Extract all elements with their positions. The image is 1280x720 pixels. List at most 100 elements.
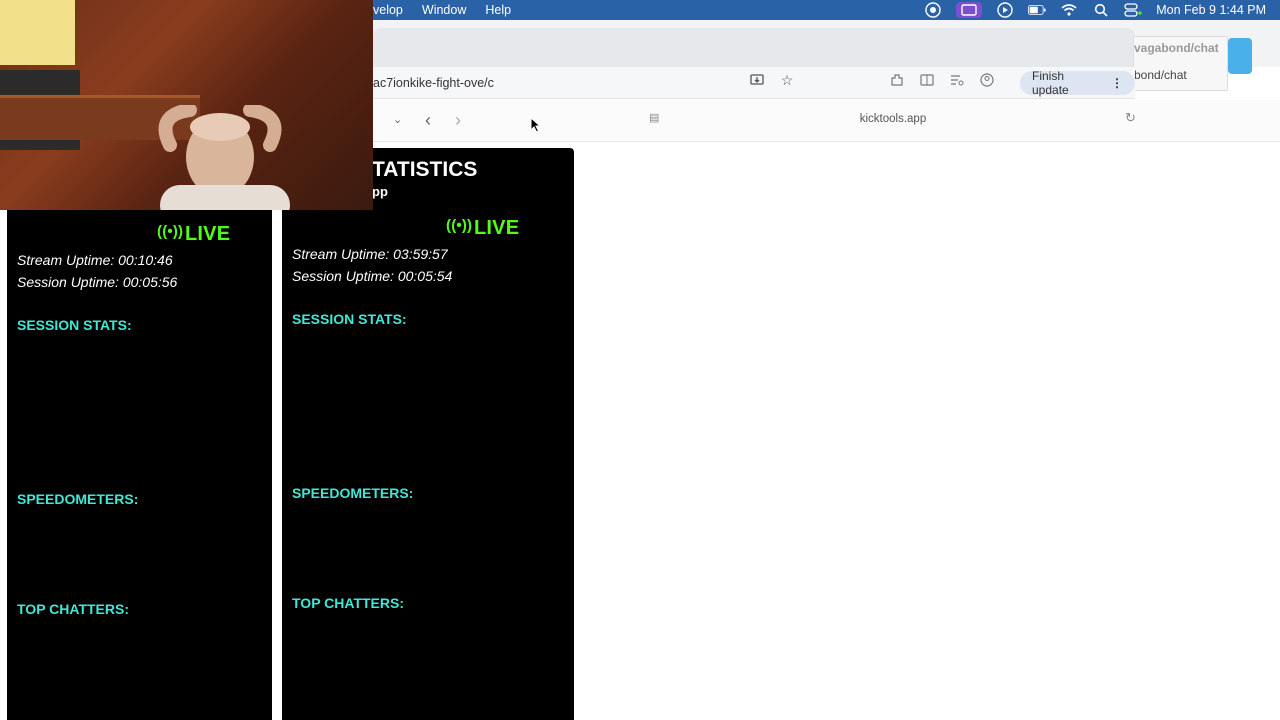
speed-row-label: Messages per Minute:	[17, 515, 169, 531]
battery-icon[interactable]	[1028, 2, 1046, 18]
address-field[interactable]: kicktools.app	[643, 108, 1143, 130]
address-bar-url[interactable]: ac7ionkike-fight-ove/c	[373, 76, 494, 90]
menu-help[interactable]: Help	[485, 3, 511, 17]
forward-arrow-icon[interactable]: ›	[455, 110, 461, 131]
chatter-row-value: 79	[245, 667, 262, 684]
speed-row-value: 2,275	[225, 557, 262, 574]
stat-row-label: Average Viewers:	[292, 377, 413, 394]
stat-row-value: 668	[539, 377, 564, 394]
status-area: Mon Feb 9 1:44 PM	[924, 2, 1266, 18]
stat-row-label: Live Viewers:	[17, 341, 110, 357]
chatter-row-label: #5 zanhyryx	[17, 710, 101, 720]
speed-row-value: 283	[237, 515, 262, 531]
chatter-row-label: #5 SUSGOTFIREDFORTOUCHING	[292, 704, 525, 720]
stat-row-label: Total Message Count:	[292, 399, 442, 416]
chatter-row-value: 152	[237, 625, 262, 641]
chatter-row-label: #4 Uncle_Drywall	[17, 689, 137, 706]
stat-row: Unique Chatters: 225	[17, 427, 262, 443]
streamer-name: WVAGABOND	[292, 217, 428, 239]
stat-row: Chatters < 3 Msgs: 45	[292, 442, 564, 458]
reader-icon[interactable]: ▤	[649, 111, 659, 124]
extensions-icon[interactable]	[889, 72, 905, 88]
more-vert-icon[interactable]: ⋮	[1111, 76, 1123, 90]
finish-update-button[interactable]: Finish update ⋮	[1020, 69, 1135, 97]
stat-row-value: 798	[539, 399, 564, 416]
reload-icon[interactable]: ↻	[1125, 110, 1136, 126]
media-controls-icon[interactable]	[949, 72, 965, 88]
speed-row-value: 417	[539, 551, 564, 568]
stat-row-value: 110	[238, 448, 262, 464]
stat-row-label: Unique Chatters:	[17, 426, 134, 443]
stat-row-label: Peak Viewers:	[17, 362, 115, 379]
speed-row-label: Words per Minute (WPM):	[292, 551, 469, 568]
chatter-row-label: #3 oxyrx	[17, 667, 76, 684]
chatter-row-label: #1 Janemoe	[17, 625, 101, 641]
stat-row-label: Live Viewers:	[292, 335, 385, 351]
webcam-person	[158, 105, 290, 210]
screen-share-icon[interactable]	[956, 2, 983, 18]
stat-row-label: Unique Chatters:	[292, 420, 409, 437]
back-arrow-icon[interactable]: ‹	[425, 110, 431, 131]
chatter-row: #3 oxyrx 79	[17, 668, 262, 684]
chevron-down-icon[interactable]: ⌄	[393, 113, 402, 126]
stat-row-value: 663	[539, 335, 564, 351]
chatter-row-value: 56	[547, 640, 564, 657]
speed-row-value: 16,984	[217, 536, 262, 553]
speed-row-label: Messages per Hour:	[17, 536, 156, 553]
menu-develop[interactable]: velop	[373, 3, 403, 17]
browser-toolbar: ac7ionkike-fight-ove/c ☆ Finish update ⋮	[373, 67, 1135, 99]
popup-line-1: vagabond/chat	[1134, 41, 1219, 55]
popup-line-2[interactable]: bond/chat	[1134, 68, 1187, 82]
webcam-overlay	[0, 0, 373, 210]
stat-row-value: 225	[237, 426, 262, 443]
split-view-icon[interactable]	[919, 72, 935, 88]
app-badge[interactable]	[1228, 38, 1252, 74]
menu-window[interactable]: Window	[422, 3, 466, 17]
chatter-row-label: #4 ElDorado0404	[292, 683, 409, 700]
stat-row: Total Message Count: 1,687	[17, 405, 262, 421]
accessibility-icon[interactable]	[924, 2, 942, 18]
stat-row-value: 676	[539, 356, 564, 373]
chatter-row: #5 SUSGOTFIREDFORTOUCHING 25	[292, 705, 564, 720]
live-label: LIVE	[185, 223, 231, 245]
install-icon[interactable]	[749, 72, 765, 88]
stat-row-label: Average Viewers:	[17, 383, 138, 400]
webcam-window-light	[0, 0, 75, 65]
speed-row: Messages per Minute: 135	[292, 509, 564, 525]
address-text: kicktools.app	[859, 113, 927, 125]
section-title: SESSION STATS:	[292, 311, 407, 327]
speed-row-value: 135	[539, 509, 564, 525]
page-subheading-fragment: pp	[372, 184, 388, 199]
profile-icon[interactable]	[979, 72, 995, 88]
chatter-row-label: #3 hermgoring	[292, 661, 393, 678]
menubar-datetime[interactable]: Mon Feb 9 1:44 PM	[1156, 3, 1266, 17]
wifi-icon[interactable]	[1060, 2, 1078, 18]
stat-row-label: Chatters < 3 Msgs:	[292, 442, 422, 458]
page-heading-fragment: TATISTICS	[372, 158, 478, 181]
chatter-row-label: #2 NEFAR10US	[17, 646, 123, 663]
stat-row: Chatters < 3 Msgs: 110	[17, 448, 262, 464]
stat-row-value: 5,316	[225, 341, 262, 357]
control-center-icon[interactable]	[1124, 2, 1142, 18]
chatter-row-label: #2 OgSmokinIRL	[292, 640, 409, 657]
stat-row: Average Viewers: 668	[292, 378, 564, 394]
speed-row: Words per Minute (WPM): 2,275	[17, 558, 262, 574]
menu-items: velop Window Help	[373, 3, 511, 17]
active-tab[interactable]	[373, 28, 1135, 67]
live-label: LIVE	[474, 217, 520, 239]
bookmark-star-icon[interactable]: ☆	[779, 72, 795, 88]
section-title: SPEEDOMETERS:	[292, 485, 414, 501]
chatter-row-value: 37	[547, 683, 564, 700]
tab-preview-popup: vagabond/chat bond/chat	[1133, 36, 1228, 91]
speed-row: Messages per Hour: 16,984	[17, 536, 262, 552]
chatter-row: #4 Uncle_Drywall 77	[17, 689, 262, 705]
section-title: SESSION STATS:	[17, 317, 132, 333]
stat-row-label: Total Message Count:	[17, 405, 167, 422]
chatter-row: #2 OgSmokinIRL 56	[292, 640, 564, 656]
play-icon[interactable]	[996, 2, 1014, 18]
chatter-row: #2 NEFAR10US 91	[17, 646, 262, 662]
stat-row: Live Viewers: 5,316	[17, 341, 262, 357]
chatter-row-value: 66	[547, 619, 564, 635]
speed-row: Messages per Minute: 283	[17, 515, 262, 531]
search-icon[interactable]	[1092, 2, 1110, 18]
